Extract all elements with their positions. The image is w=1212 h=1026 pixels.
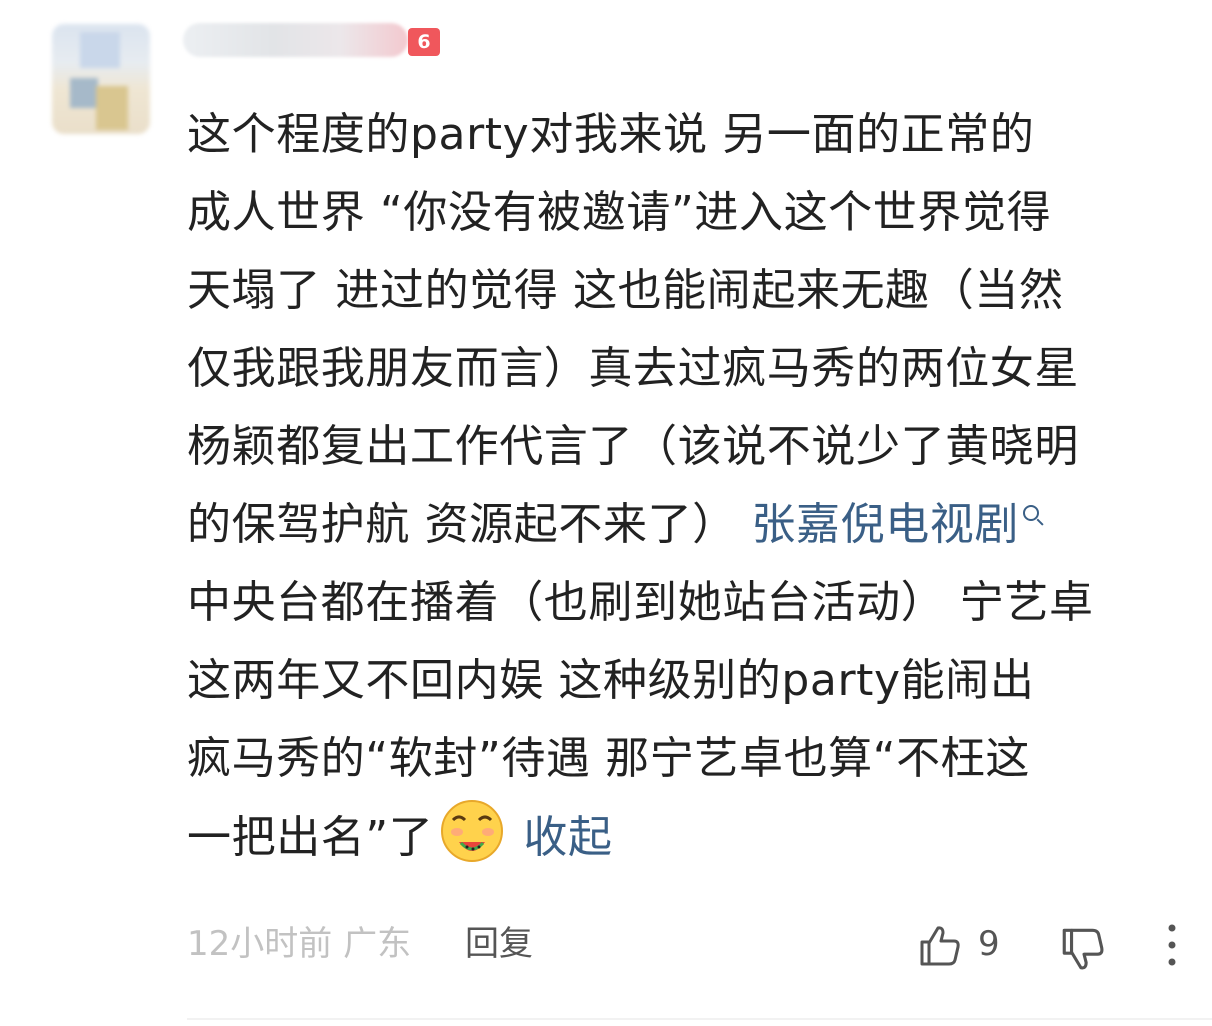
grinning-watermelon-emoji-icon: [441, 800, 504, 862]
comment-line: 这两年又不回内娱 这种级别的party能闹出: [187, 655, 1035, 706]
more-vertical-icon[interactable]: [1160, 920, 1184, 970]
comment-last-line: 一把出名”了 收起: [187, 798, 1187, 876]
username-blurred[interactable]: [183, 23, 408, 57]
level-badge: 6: [408, 28, 440, 56]
thumbs-down-icon[interactable]: [1058, 924, 1108, 974]
collapse-button[interactable]: 收起: [523, 812, 612, 863]
comment-line-with-link: 的保驾护航 资源起不来了） 张嘉倪电视剧: [187, 486, 1187, 564]
comment-line: 中央台都在播着（也刷到她站台活动） 宁艺卓: [187, 577, 1094, 628]
reply-button[interactable]: 回复: [465, 922, 533, 966]
divider: [187, 1018, 1212, 1020]
comment-meta: 12小时前 广东: [187, 922, 411, 966]
timestamp: 12小时前: [187, 924, 333, 964]
search-link-text[interactable]: 张嘉倪电视剧: [751, 499, 1019, 550]
comment-line: 成人世界 “你没有被邀请”进入这个世界觉得: [187, 187, 1052, 238]
comment-line: 天塌了 进过的觉得 这也能闹起来无趣（当然: [187, 265, 1064, 316]
search-icon[interactable]: [1023, 505, 1039, 521]
avatar[interactable]: [52, 24, 150, 134]
comment-text: 一把出名”了: [187, 812, 434, 863]
comment-line: 仅我跟我朋友而言）真去过疯马秀的两位女星: [187, 343, 1079, 394]
like-count: 9: [978, 924, 1000, 964]
location: 广东: [343, 924, 412, 964]
comment-body: 这个程度的party对我来说 另一面的正常的 成人世界 “你没有被邀请”进入这个…: [187, 96, 1187, 876]
comment-line: 疯马秀的“软封”待遇 那宁艺卓也算“不枉这: [187, 733, 1030, 784]
comment-text: 的保驾护航 资源起不来了）: [187, 499, 737, 550]
thumbs-up-icon[interactable]: [916, 922, 964, 970]
comment-line: 杨颖都复出工作代言了（该说不说少了黄晓明: [187, 421, 1079, 472]
search-link[interactable]: 张嘉倪电视剧: [737, 499, 1039, 550]
comment-line: 这个程度的party对我来说 另一面的正常的: [187, 109, 1035, 160]
